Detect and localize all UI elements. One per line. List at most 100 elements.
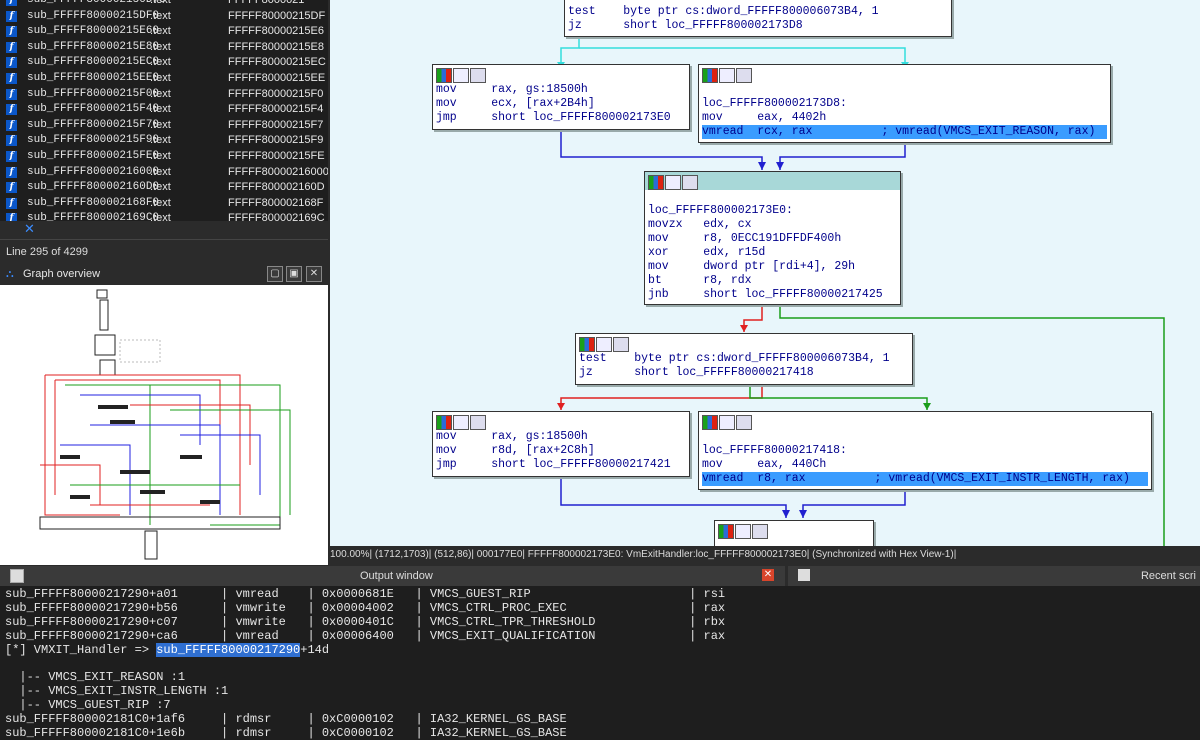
- function-start: FFFFF80000215EC: [228, 56, 326, 69]
- block-color-icon[interactable]: [648, 175, 664, 190]
- function-icon: f: [6, 197, 17, 209]
- function-start: FFFFF80000215E8: [228, 40, 324, 53]
- block-edit-icon[interactable]: [735, 524, 751, 539]
- block-edit-icon[interactable]: [719, 68, 735, 83]
- code-line: mov rax, gs:18500h: [436, 430, 588, 443]
- code-block-gs-read-2[interactable]: mov rax, gs:18500h mov r8d, [rax+2C8h] jmp…: [432, 411, 690, 477]
- function-row[interactable]: f sub_FFFFF80000215E60 .text FFFFF80000215E…: [0, 24, 328, 40]
- function-icon: f: [6, 151, 17, 162]
- block-color-icon[interactable]: [718, 524, 734, 539]
- block-header: [433, 65, 689, 83]
- code-line: movzx edx, cx: [648, 218, 752, 231]
- code-line: loc_FFFFF800002173D8:: [702, 97, 847, 110]
- function-start: FFFFF80000215F7: [228, 118, 324, 131]
- block-group-icon[interactable]: [613, 337, 629, 352]
- output-console[interactable]: sub_FFFFF80000217290+a01 | vmread | 0x00…: [0, 586, 1200, 740]
- handler-target-link[interactable]: sub_FFFFF80000217290: [156, 642, 301, 657]
- block-group-icon[interactable]: [736, 415, 752, 430]
- block-color-icon[interactable]: [436, 68, 452, 83]
- code-comment: ; vmread(VMCS_EXIT_REASON, rax): [881, 125, 1096, 138]
- output-line: sub_FFFFF800002181C0+1af6 | rdmsr | 0xC0…: [5, 712, 567, 727]
- block-edit-icon[interactable]: [596, 337, 612, 352]
- function-start: FFFFF800002169C: [228, 212, 325, 221]
- function-icon: f: [6, 104, 17, 116]
- output-line: |-- VMCS_EXIT_REASON :1: [5, 670, 186, 685]
- block-group-icon[interactable]: [752, 524, 768, 539]
- block-edit-icon[interactable]: [719, 415, 735, 430]
- overview-minimap: [39, 289, 291, 560]
- function-row[interactable]: f sub_FFFFF80000215DF0 .text FFFFF80000215D…: [0, 9, 328, 25]
- output-line: sub_FFFFF80000217290+ca6 | vmread | 0x00…: [5, 628, 726, 643]
- function-row[interactable]: f sub_FFFFF80000215F40 .text FFFFF80000215F…: [0, 102, 328, 118]
- recent-scripts-title: Recent scri: [1140, 570, 1196, 582]
- block-color-icon[interactable]: [579, 337, 595, 352]
- code-block-instr-length[interactable]: loc_FFFFF80000217418: mov eax, 440Ch vmrea…: [698, 411, 1152, 490]
- function-start: FFFFF800002160D: [228, 181, 325, 194]
- graph-view[interactable]: test byte ptr cs:dword_FFFFF800006073B4,…: [330, 0, 1200, 546]
- close-icon[interactable]: ✕: [306, 266, 322, 282]
- block-edit-icon[interactable]: [665, 175, 681, 190]
- function-icon: f: [6, 0, 17, 6]
- function-segment: .text: [150, 25, 171, 38]
- block-edit-icon[interactable]: [453, 68, 469, 83]
- block-group-icon[interactable]: [470, 415, 486, 430]
- graph-overview-icon: ⛬: [6, 268, 14, 280]
- code-text: vmread r8, rax: [702, 472, 806, 485]
- selected-code-line[interactable]: vmread rcx, rax ; vmread(VMCS_EXIT_REASO…: [702, 125, 1107, 139]
- block-group-icon[interactable]: [736, 68, 752, 83]
- function-row[interactable]: f sub_FFFFF80000215EC0 .text FFFFF80000215E…: [0, 55, 328, 71]
- code-line: jz short loc_FFFFF80000217418: [579, 366, 814, 379]
- code-line: test byte ptr cs:dword_FFFFF800006073B4,…: [568, 5, 879, 18]
- function-segment: .text: [150, 9, 171, 22]
- recent-scripts-tab[interactable]: Recent scri: [788, 566, 1200, 586]
- function-icon: f: [6, 26, 17, 38]
- minimize-icon[interactable]: ▢: [267, 266, 283, 282]
- code-line: jmp short loc_FFFFF800002173E0: [436, 111, 671, 124]
- code-block-exit-reason[interactable]: loc_FFFFF800002173D8: mov eax, 4402h vmrea…: [698, 64, 1111, 143]
- float-icon[interactable]: ▣: [286, 266, 302, 282]
- block-group-icon[interactable]: [682, 175, 698, 190]
- output-line: sub_FFFFF80000217290+a01 | vmread | 0x00…: [5, 587, 726, 601]
- function-row[interactable]: f sub_FFFFF80000215EE0 .text FFFFF80000215E…: [0, 71, 328, 87]
- functions-list[interactable]: f sub_FFFFF800002150D70 .text FFFFF8000021 f…: [0, 0, 328, 221]
- function-row[interactable]: f sub_FFFFF800002160D0 .text FFFFF800002160…: [0, 180, 328, 196]
- block-edit-icon[interactable]: [453, 415, 469, 430]
- close-filter-icon[interactable]: ✕: [24, 221, 35, 237]
- function-row[interactable]: f sub_FFFFF800002150D70 .text FFFFF8000021: [0, 0, 328, 9]
- function-row[interactable]: f sub_FFFFF800002169C0 .text FFFFF800002169…: [0, 211, 328, 221]
- code-block-test[interactable]: test byte ptr cs:dword_FFFFF800006073B4,…: [575, 333, 913, 385]
- function-name: sub_FFFFF80000215F90: [27, 134, 160, 147]
- function-icon: f: [6, 119, 17, 131]
- block-color-icon[interactable]: [702, 68, 718, 83]
- code-block-next[interactable]: [714, 520, 874, 546]
- function-row[interactable]: f sub_FFFFF80000215F70 .text FFFFF80000215F…: [0, 118, 328, 134]
- close-icon[interactable]: ✕: [762, 569, 774, 581]
- selected-code-line[interactable]: vmread r8, rax ; vmread(VMCS_EXIT_INSTR_…: [702, 472, 1148, 486]
- block-group-icon[interactable]: [470, 68, 486, 83]
- graph-overview-header: ⛬ Graph overview ▢ ▣ ✕: [0, 263, 328, 285]
- function-name: sub_FFFFF80000215FE0: [27, 150, 160, 162]
- function-row[interactable]: f sub_FFFFF80000215E80 .text FFFFF80000215E…: [0, 40, 328, 56]
- code-line: mov r8d, [rax+2C8h]: [436, 444, 595, 457]
- function-start: FFFFF80000215F4: [228, 103, 324, 116]
- function-start: FFFFF80000215FE: [228, 150, 325, 162]
- function-name: sub_FFFFF80000215F70: [27, 118, 160, 131]
- block-color-icon[interactable]: [702, 415, 718, 430]
- code-block-gs-read[interactable]: mov rax, gs:18500h mov ecx, [rax+2B4h] jmp…: [432, 64, 690, 130]
- code-block-top[interactable]: test byte ptr cs:dword_FFFFF800006073B4,…: [564, 0, 952, 37]
- function-start: FFFFF80000215DF: [228, 9, 326, 22]
- code-line: mov rax, gs:18500h: [436, 83, 588, 96]
- function-icon: f: [6, 57, 17, 69]
- script-icon: [798, 569, 810, 581]
- block-color-icon[interactable]: [436, 415, 452, 430]
- block-header: [699, 65, 1110, 83]
- function-row[interactable]: f sub_FFFFF800002168F0 .text FFFFF800002168…: [0, 196, 328, 212]
- code-block-main[interactable]: loc_FFFFF800002173E0: movzx edx, cx mov r8…: [644, 171, 901, 305]
- block-header: [699, 412, 1151, 430]
- graph-overview-canvas[interactable]: [0, 285, 328, 565]
- function-row[interactable]: f sub_FFFFF80000215F00 .text FFFFF80000215F…: [0, 87, 328, 103]
- function-segment: .text: [150, 134, 171, 147]
- function-row[interactable]: f sub_FFFFF80000216000 .text FFFFF800002160…: [0, 165, 328, 181]
- function-row[interactable]: f sub_FFFFF80000215F90 .text FFFFF80000215F…: [0, 133, 328, 149]
- function-row[interactable]: f sub_FFFFF80000215FE0 .text FFFFF80000215F…: [0, 149, 328, 165]
